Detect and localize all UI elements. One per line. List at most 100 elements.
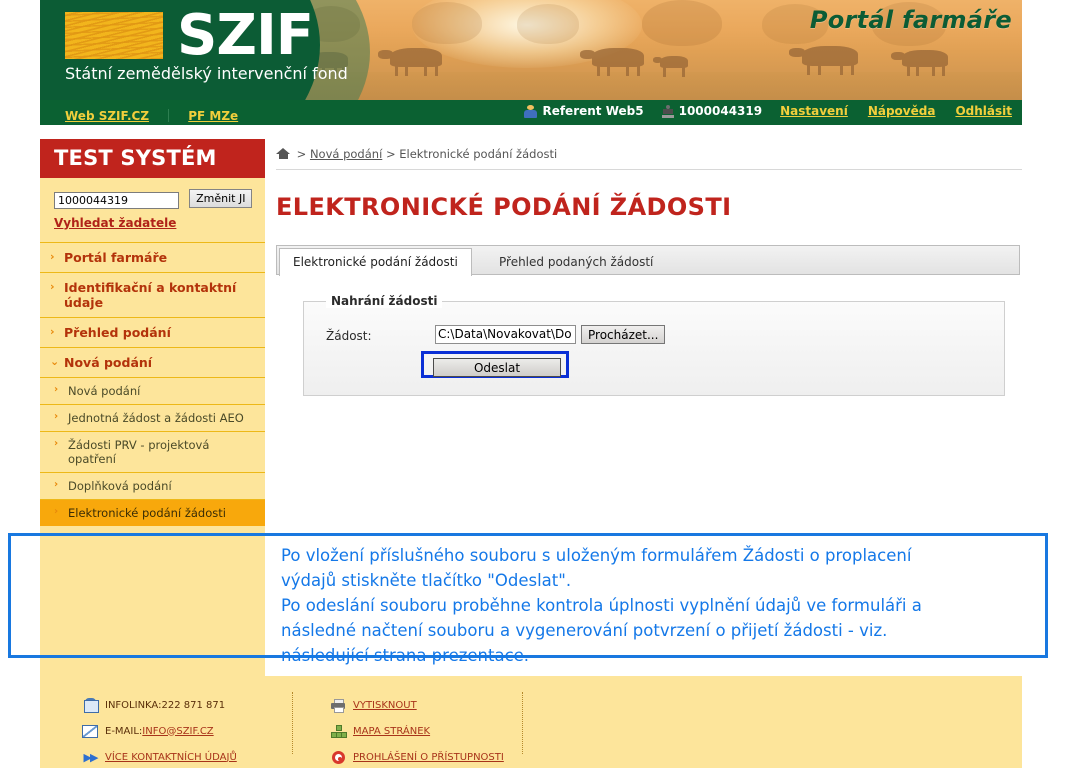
stamp-icon <box>661 104 674 118</box>
footer-more-contacts-row: ▶▶ VÍCE KONTAKTNÍCH ÚDAJŮ <box>82 744 237 770</box>
annotation-box: Po vložení příslušného souboru s uložený… <box>8 533 1048 665</box>
annotation-line: následné načtení souboru a vygenerování … <box>281 621 888 640</box>
chevron-right-icon: › <box>50 250 55 263</box>
sidebar-item-prehled-podani[interactable]: › Přehled podání <box>40 317 265 347</box>
sidebar-title: TEST SYSTÉM <box>40 139 265 178</box>
banner-cow <box>653 56 688 77</box>
phone-icon <box>82 698 99 713</box>
footer-more-contacts-link[interactable]: VÍCE KONTAKTNÍCH ÚDAJŮ <box>105 752 237 763</box>
submit-highlight-box: Odeslat <box>421 351 569 378</box>
mail-icon <box>82 724 98 738</box>
annotation-line: následující strana prezentace. <box>281 646 530 665</box>
breadcrumb: > Nová podání > Elektronické podání žádo… <box>276 139 1022 161</box>
sidebar-item-label: Portál farmáře <box>64 250 168 265</box>
sidebar-item-identifikacni-udaje[interactable]: › Identifikační a kontaktní údaje <box>40 272 265 317</box>
sidebar-subitem-elektronicke-podani[interactable]: › Elektronické podání žádosti <box>40 499 265 526</box>
user-role-label: Referent Web5 <box>542 104 644 118</box>
main-content: > Nová podání > Elektronické podání žádo… <box>276 139 1022 396</box>
logo-mark-icon <box>65 12 163 59</box>
chevron-right-icon: › <box>54 384 59 395</box>
browse-button[interactable]: Procházet... <box>581 325 666 344</box>
tab-prehled-podanych-zadosti[interactable]: Přehled podaných žádostí <box>485 248 667 276</box>
sidebar-subitem-nova-podani[interactable]: › Nová podání <box>40 377 265 404</box>
breadcrumb-sep: > <box>385 147 396 161</box>
logo-wordmark: SZIF <box>177 3 314 68</box>
footer-email-label: E-MAIL: <box>105 725 143 737</box>
footer-divider <box>292 692 293 754</box>
nav-pf-mze[interactable]: PF MZe <box>188 109 238 123</box>
breadcrumb-divider <box>276 169 1022 170</box>
logo-subtitle: Státní zemědělský intervenční fond <box>65 64 348 83</box>
sidebar-subitem-label: Žádosti PRV - projektová opatření <box>68 438 210 466</box>
double-arrow-icon: ▶▶ <box>83 750 99 764</box>
chevron-right-icon: › <box>54 411 59 422</box>
banner-tree <box>517 4 579 44</box>
footer-infolinka-value: 222 871 871 <box>161 699 226 711</box>
site-footer: INFOLINKA: 222 871 871 E-MAIL: INFO@SZIF… <box>40 676 1022 768</box>
banner-ground <box>262 72 1022 100</box>
portal-title: Portál farmáře <box>809 6 1012 34</box>
nav-nastaveni[interactable]: Nastavení <box>780 104 848 118</box>
sidebar-item-nova-podani[interactable]: ⌄ Nová podání <box>40 347 265 377</box>
nav-web-szif[interactable]: Web SZIF.CZ <box>65 109 149 123</box>
banner-cow <box>789 46 858 75</box>
chevron-right-icon: › <box>54 506 59 517</box>
sidebar-subitem-zadosti-prv[interactable]: › Žádosti PRV - projektová opatření <box>40 431 265 472</box>
top-navbar: Web SZIF.CZ PF MZe Referent Web5 1000044… <box>40 100 1022 125</box>
breadcrumb-current: Elektronické podání žádosti <box>399 147 558 161</box>
sidebar-subitem-label: Doplňková podání <box>68 479 172 493</box>
page-title: ELEKTRONICKÉ PODÁNÍ ŽÁDOSTI <box>276 193 732 221</box>
home-icon[interactable] <box>276 148 290 159</box>
sidebar-subitem-jednotna-zadost[interactable]: › Jednotná žádost a žádosti AEO <box>40 404 265 431</box>
banner-tree <box>642 0 722 46</box>
chevron-right-icon: › <box>50 280 55 293</box>
banner-cow <box>378 48 442 76</box>
nav-napoveda[interactable]: Nápověda <box>868 104 936 118</box>
annotation-line: Po odeslání souboru proběhne kontrola úp… <box>281 596 922 615</box>
file-path-input[interactable]: C:\Data\Novakovat\Do <box>435 325 576 344</box>
file-field-label: Žádost: <box>326 329 372 343</box>
chevron-right-icon: › <box>54 438 59 449</box>
breadcrumb-link-nova-podani[interactable]: Nová podání <box>310 147 382 161</box>
change-ji-button[interactable]: Změnit JI <box>189 189 253 208</box>
sitemap-icon <box>330 725 347 738</box>
footer-print-row: VYTISKNOUT <box>330 692 504 718</box>
sidebar-menu: › Portál farmáře › Identifikační a konta… <box>40 242 265 526</box>
nav-odhlasit[interactable]: Odhlásit <box>955 104 1012 118</box>
sidebar-subitem-doplnkova-podani[interactable]: › Doplňková podání <box>40 472 265 499</box>
ji-input[interactable] <box>54 192 179 209</box>
page-root: SZIF Státní zemědělský intervenční fond … <box>0 0 1065 772</box>
sidebar-search-block: Změnit JI Vyhledat žadatele <box>40 178 265 242</box>
footer-email-link[interactable]: INFO@SZIF.CZ <box>142 726 213 737</box>
sidebar-subitem-label: Nová podání <box>68 384 141 398</box>
tab-strip: Elektronické podání žádosti Přehled poda… <box>276 245 1020 276</box>
fieldset-legend: Nahrání žádosti <box>326 294 443 308</box>
navbar-divider <box>168 109 170 122</box>
sidebar-item-portal-farmare[interactable]: › Portál farmáře <box>40 242 265 272</box>
banner-cow <box>580 48 644 76</box>
upload-fieldset: Nahrání žádosti Žádost: C:\Data\Novakova… <box>303 294 1005 396</box>
submit-button[interactable]: Odeslat <box>433 358 561 377</box>
annotation-line: výdajů stiskněte tlačítko "Odeslat". <box>281 571 572 590</box>
tab-elektronicke-podani-zadosti[interactable]: Elektronické podání žádosti <box>279 248 472 276</box>
banner-cow <box>891 50 948 76</box>
footer-sitemap-row: MAPA STRÁNEK <box>330 718 504 744</box>
breadcrumb-sep: > <box>296 147 307 161</box>
banner-tree <box>412 2 482 44</box>
footer-print-link[interactable]: VYTISKNOUT <box>353 700 417 711</box>
user-role-display: Referent Web5 <box>524 104 644 118</box>
sidebar-item-label: Nová podání <box>64 355 153 370</box>
site-banner: SZIF Státní zemědělský intervenční fond … <box>40 0 1022 100</box>
annotation-text: Po vložení příslušného souboru s uložený… <box>281 543 1011 668</box>
footer-accessibility-link[interactable]: PROHLÁŠENÍ O PŘÍSTUPNOSTI <box>353 752 504 763</box>
footer-email-row: E-MAIL: INFO@SZIF.CZ <box>82 718 237 744</box>
sidebar-subitem-label: Elektronické podání žádosti <box>68 506 226 520</box>
sidebar-item-label: Přehled podání <box>64 325 171 340</box>
footer-divider <box>522 692 523 754</box>
printer-icon <box>330 699 346 713</box>
sidebar-item-label: Identifikační a kontaktní údaje <box>64 280 237 310</box>
sidebar-subitem-label: Jednotná žádost a žádosti AEO <box>68 411 244 425</box>
chevron-right-icon: › <box>50 325 55 338</box>
footer-sitemap-link[interactable]: MAPA STRÁNEK <box>353 726 430 737</box>
search-applicant-link[interactable]: Vyhledat žadatele <box>54 216 265 230</box>
